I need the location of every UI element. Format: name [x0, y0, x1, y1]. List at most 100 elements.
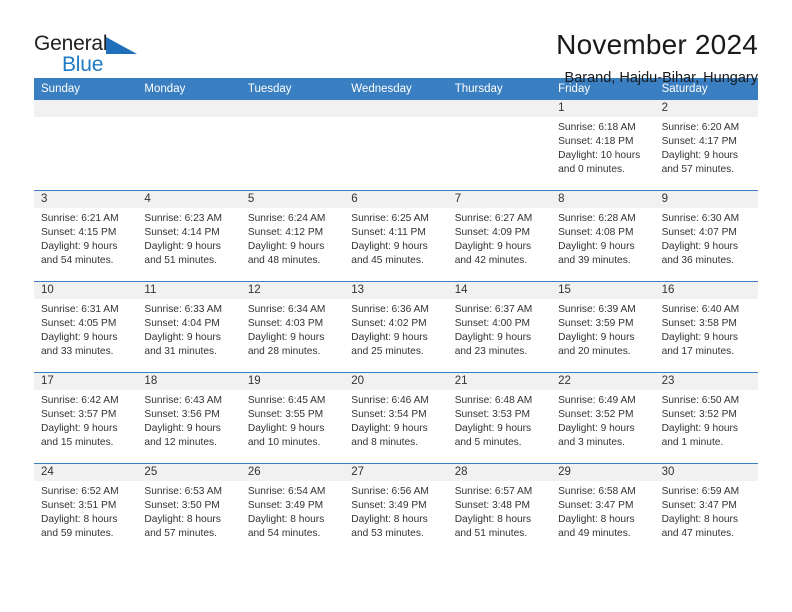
day-number — [447, 100, 552, 117]
day-cell[interactable] — [34, 100, 138, 190]
day-cell[interactable]: 17 Sunrise: 6:42 AM Sunset: 3:57 PM Dayl… — [34, 373, 138, 463]
day-cell[interactable] — [447, 100, 552, 190]
day-number — [137, 100, 241, 117]
day-cell[interactable]: 3 Sunrise: 6:21 AM Sunset: 4:15 PM Dayli… — [34, 191, 138, 281]
general-blue-logo[interactable]: General Blue — [34, 28, 154, 84]
daylight-text: Daylight: 9 hours and 42 minutes. — [454, 241, 532, 267]
day-info — [448, 117, 551, 121]
day-info: Sunrise: 6:21 AM Sunset: 4:15 PM Dayligh… — [34, 208, 137, 268]
day-number: 23 — [654, 373, 758, 390]
daylight-text: Daylight: 9 hours and 31 minutes. — [144, 332, 221, 358]
daylight-text: Daylight: 9 hours and 17 minutes. — [661, 332, 739, 358]
day-cell[interactable]: 5 Sunrise: 6:24 AM Sunset: 4:12 PM Dayli… — [240, 191, 345, 281]
daylight-text: Daylight: 9 hours and 28 minutes. — [247, 332, 325, 358]
week-row: 1 Sunrise: 6:18 AM Sunset: 4:18 PM Dayli… — [34, 100, 758, 190]
day-info: Sunrise: 6:58 AM Sunset: 3:47 PM Dayligh… — [551, 481, 654, 541]
week-row: 10 Sunrise: 6:31 AM Sunset: 4:05 PM Dayl… — [34, 281, 758, 372]
day-cell[interactable]: 24 Sunrise: 6:52 AM Sunset: 3:51 PM Dayl… — [34, 464, 138, 554]
day-cell[interactable]: 16 Sunrise: 6:40 AM Sunset: 3:58 PM Dayl… — [654, 282, 758, 372]
day-cell[interactable]: 18 Sunrise: 6:43 AM Sunset: 3:56 PM Dayl… — [137, 373, 241, 463]
day-cell[interactable]: 14 Sunrise: 6:37 AM Sunset: 4:00 PM Dayl… — [447, 282, 552, 372]
day-cell[interactable]: 1 Sunrise: 6:18 AM Sunset: 4:18 PM Dayli… — [551, 100, 655, 190]
week-row: 3 Sunrise: 6:21 AM Sunset: 4:15 PM Dayli… — [34, 190, 758, 281]
sunrise-text: Sunrise: 6:59 AM — [661, 486, 740, 497]
sunrise-text: Sunrise: 6:20 AM — [661, 122, 740, 133]
day-cell[interactable]: 6 Sunrise: 6:25 AM Sunset: 4:11 PM Dayli… — [344, 191, 448, 281]
sunset-text: Sunset: 3:51 PM — [41, 500, 117, 512]
daylight-text: Daylight: 9 hours and 51 minutes. — [144, 241, 221, 267]
day-info — [241, 117, 344, 121]
day-info: Sunrise: 6:20 AM Sunset: 4:17 PM Dayligh… — [655, 117, 758, 177]
day-cell[interactable]: 27 Sunrise: 6:56 AM Sunset: 3:49 PM Dayl… — [344, 464, 448, 554]
sunset-text: Sunset: 4:08 PM — [558, 227, 634, 239]
day-cell[interactable]: 11 Sunrise: 6:33 AM Sunset: 4:04 PM Dayl… — [137, 282, 241, 372]
day-cell[interactable]: 26 Sunrise: 6:54 AM Sunset: 3:49 PM Dayl… — [240, 464, 345, 554]
daylight-text: Daylight: 9 hours and 54 minutes. — [41, 241, 118, 267]
sunset-text: Sunset: 4:11 PM — [351, 227, 426, 239]
day-cell[interactable]: 9 Sunrise: 6:30 AM Sunset: 4:07 PM Dayli… — [654, 191, 758, 281]
day-cell[interactable]: 28 Sunrise: 6:57 AM Sunset: 3:48 PM Dayl… — [447, 464, 552, 554]
day-cell[interactable]: 7 Sunrise: 6:27 AM Sunset: 4:09 PM Dayli… — [447, 191, 552, 281]
sunrise-text: Sunrise: 6:33 AM — [144, 304, 223, 315]
calendar-grid: Sunday Monday Tuesday Wednesday Thursday… — [34, 78, 758, 554]
daylight-text: Daylight: 9 hours and 48 minutes. — [247, 241, 325, 267]
day-cell[interactable]: 29 Sunrise: 6:58 AM Sunset: 3:47 PM Dayl… — [551, 464, 655, 554]
day-info: Sunrise: 6:53 AM Sunset: 3:50 PM Dayligh… — [137, 481, 240, 541]
page-header: General Blue November 2024 Barand, Hajdu… — [34, 0, 758, 86]
sunset-text: Sunset: 4:12 PM — [247, 227, 324, 239]
day-cell[interactable]: 22 Sunrise: 6:49 AM Sunset: 3:52 PM Dayl… — [551, 373, 655, 463]
day-info: Sunrise: 6:42 AM Sunset: 3:57 PM Dayligh… — [34, 390, 137, 450]
day-number: 25 — [137, 464, 241, 481]
sunset-text: Sunset: 4:17 PM — [661, 136, 737, 148]
sunrise-text: Sunrise: 6:58 AM — [558, 486, 636, 497]
day-info: Sunrise: 6:36 AM Sunset: 4:02 PM Dayligh… — [344, 299, 447, 359]
day-cell[interactable] — [240, 100, 345, 190]
sunset-text: Sunset: 3:50 PM — [144, 500, 220, 512]
day-number: 8 — [551, 191, 655, 208]
weekday-header-thursday: Thursday — [454, 83, 503, 95]
day-info: Sunrise: 6:48 AM Sunset: 3:53 PM Dayligh… — [448, 390, 551, 450]
daylight-text: Daylight: 8 hours and 53 minutes. — [351, 514, 428, 540]
day-cell[interactable]: 21 Sunrise: 6:48 AM Sunset: 3:53 PM Dayl… — [447, 373, 552, 463]
day-cell[interactable] — [137, 100, 241, 190]
sunset-text: Sunset: 4:07 PM — [661, 227, 737, 239]
day-cell[interactable]: 12 Sunrise: 6:34 AM Sunset: 4:03 PM Dayl… — [240, 282, 345, 372]
calendar-page: General Blue November 2024 Barand, Hajdu… — [0, 0, 792, 612]
day-cell[interactable]: 23 Sunrise: 6:50 AM Sunset: 3:52 PM Dayl… — [654, 373, 758, 463]
day-cell[interactable]: 8 Sunrise: 6:28 AM Sunset: 4:08 PM Dayli… — [551, 191, 655, 281]
sunrise-text: Sunrise: 6:37 AM — [454, 304, 533, 315]
day-cell[interactable]: 4 Sunrise: 6:23 AM Sunset: 4:14 PM Dayli… — [137, 191, 241, 281]
sunrise-text: Sunrise: 6:31 AM — [41, 304, 119, 315]
sunset-text: Sunset: 3:53 PM — [454, 409, 531, 421]
day-number: 16 — [654, 282, 758, 299]
day-info: Sunrise: 6:18 AM Sunset: 4:18 PM Dayligh… — [551, 117, 654, 177]
day-number: 28 — [447, 464, 552, 481]
day-cell[interactable]: 10 Sunrise: 6:31 AM Sunset: 4:05 PM Dayl… — [34, 282, 138, 372]
sunrise-text: Sunrise: 6:57 AM — [454, 486, 533, 497]
daylight-text: Daylight: 9 hours and 36 minutes. — [661, 241, 739, 267]
day-cell[interactable]: 15 Sunrise: 6:39 AM Sunset: 3:59 PM Dayl… — [551, 282, 655, 372]
day-cell[interactable]: 30 Sunrise: 6:59 AM Sunset: 3:47 PM Dayl… — [654, 464, 758, 554]
day-cell[interactable]: 20 Sunrise: 6:46 AM Sunset: 3:54 PM Dayl… — [344, 373, 448, 463]
daylight-text: Daylight: 9 hours and 12 minutes. — [144, 423, 221, 449]
day-number: 30 — [654, 464, 758, 481]
day-info: Sunrise: 6:59 AM Sunset: 3:47 PM Dayligh… — [655, 481, 758, 541]
day-cell[interactable]: 2 Sunrise: 6:20 AM Sunset: 4:17 PM Dayli… — [654, 100, 758, 190]
sunset-text: Sunset: 4:02 PM — [351, 318, 427, 330]
day-cell[interactable]: 25 Sunrise: 6:53 AM Sunset: 3:50 PM Dayl… — [137, 464, 241, 554]
day-cell[interactable]: 19 Sunrise: 6:45 AM Sunset: 3:55 PM Dayl… — [240, 373, 345, 463]
sunrise-text: Sunrise: 6:36 AM — [351, 304, 429, 315]
daylight-text: Daylight: 9 hours and 10 minutes. — [247, 423, 325, 449]
day-number: 6 — [344, 191, 448, 208]
sunrise-text: Sunrise: 6:23 AM — [144, 213, 223, 224]
day-number: 2 — [654, 100, 758, 117]
sunrise-text: Sunrise: 6:54 AM — [247, 486, 326, 497]
sunset-text: Sunset: 3:52 PM — [558, 409, 634, 421]
day-cell[interactable]: 13 Sunrise: 6:36 AM Sunset: 4:02 PM Dayl… — [344, 282, 448, 372]
sunrise-text: Sunrise: 6:43 AM — [144, 395, 223, 406]
day-number: 24 — [34, 464, 138, 481]
day-cell[interactable] — [344, 100, 448, 190]
day-number — [344, 100, 448, 117]
day-info — [137, 117, 240, 121]
sunset-text: Sunset: 3:59 PM — [558, 318, 634, 330]
